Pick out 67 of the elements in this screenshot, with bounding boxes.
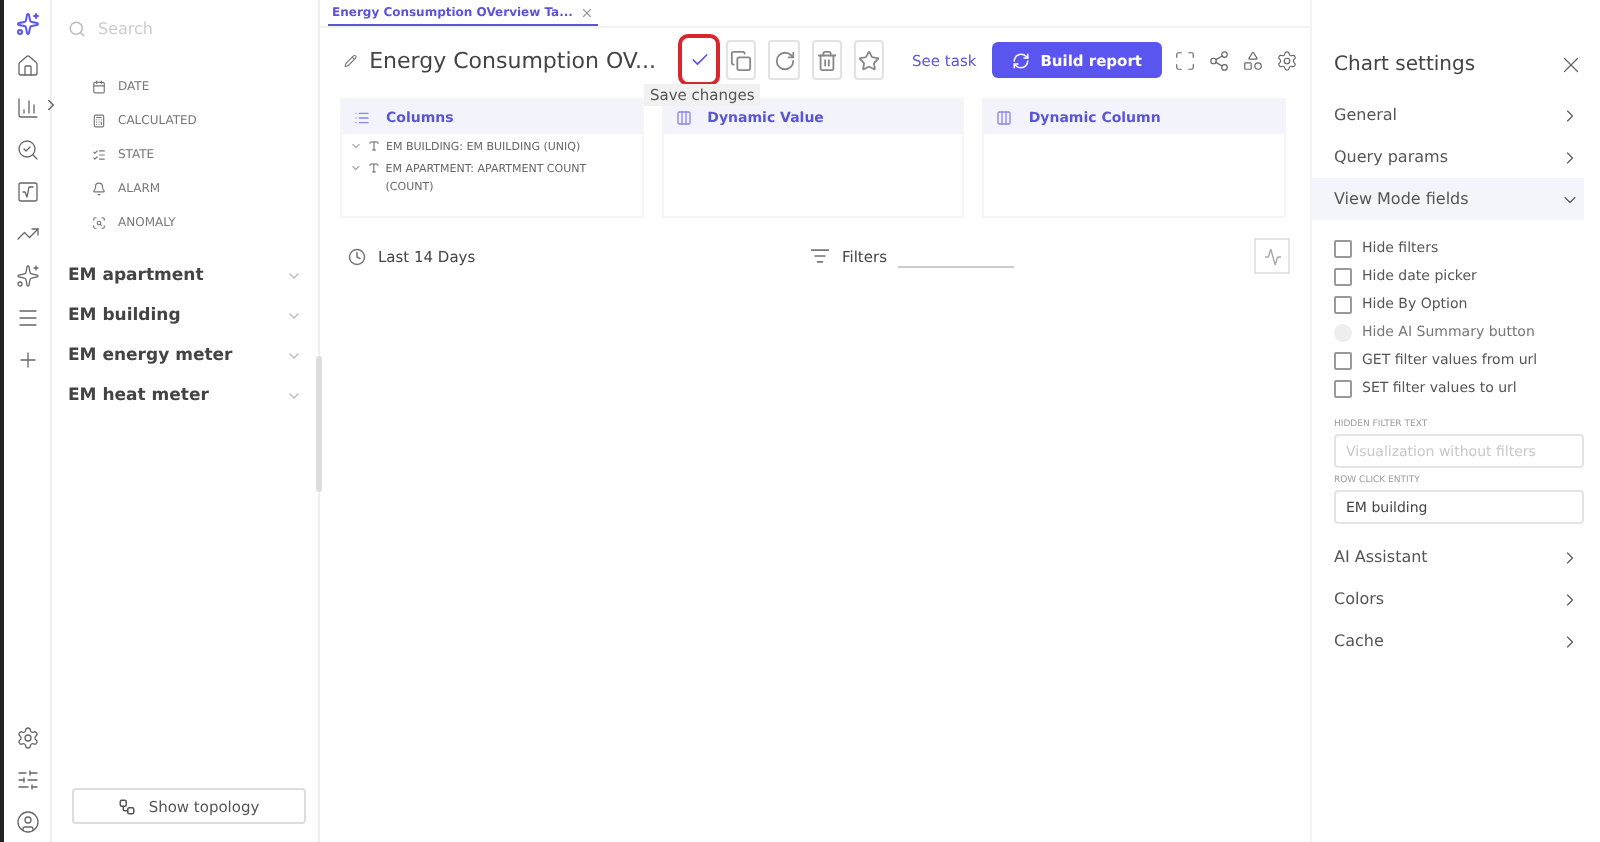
sparkles-icon[interactable]: [15, 264, 39, 288]
group-label[interactable]: EM energy meter: [68, 346, 233, 366]
chevron-right-icon[interactable]: [42, 96, 60, 114]
checkbox[interactable]: [1334, 239, 1352, 257]
bars-icon: [675, 109, 692, 125]
calendar-icon: [92, 79, 106, 93]
list-icon: [354, 109, 370, 125]
trash-icon: [815, 49, 838, 71]
trash-button[interactable]: [811, 40, 842, 80]
magnifier-icon: [92, 215, 106, 229]
user-icon[interactable]: [15, 810, 39, 834]
text-type-icon: [368, 140, 380, 152]
text-type-icon: [367, 162, 380, 175]
settings-icon[interactable]: [1276, 49, 1298, 71]
checkmark-icon: [689, 50, 710, 70]
checkbox[interactable]: [1334, 267, 1352, 285]
settings-section[interactable]: Colors: [1312, 578, 1584, 620]
filter-icon: [810, 246, 830, 266]
settings-section[interactable]: View Mode fields: [1312, 178, 1584, 220]
panel-title: Chart settings: [1334, 54, 1476, 76]
checkmark-button[interactable]: [684, 40, 715, 80]
settings-section[interactable]: Query params: [1312, 136, 1584, 178]
menu-icon[interactable]: [15, 306, 39, 330]
group-label[interactable]: EM apartment: [68, 266, 204, 286]
chart-type-button[interactable]: [1254, 238, 1290, 274]
search-icon[interactable]: [15, 138, 39, 162]
shapes-icon[interactable]: [1242, 49, 1264, 71]
refresh-button[interactable]: [768, 40, 800, 80]
bar-chart-icon[interactable]: [15, 96, 39, 120]
checkbox[interactable]: [1334, 351, 1352, 369]
clock-icon: [348, 247, 366, 265]
chevron-down-icon[interactable]: [286, 348, 302, 364]
checkbox[interactable]: [1334, 295, 1352, 313]
pencil-icon[interactable]: [344, 51, 358, 69]
star-button[interactable]: [853, 40, 885, 80]
bell-icon: [92, 181, 106, 195]
close-icon[interactable]: [580, 5, 595, 19]
search-icon: [68, 19, 86, 37]
checkbox[interactable]: [1334, 379, 1352, 397]
star-icon: [857, 49, 880, 71]
list-icon: [92, 147, 106, 161]
line-chart-icon: [1263, 247, 1281, 265]
report-title: Energy Consumption OV...: [369, 47, 657, 73]
circular-arrow-icon: [773, 49, 796, 71]
calculator-icon: [92, 113, 106, 127]
circular-arrow-icon: [1012, 51, 1031, 69]
bars-icon: [996, 109, 1013, 125]
settings-icon[interactable]: [15, 726, 39, 750]
group-label[interactable]: EM building: [68, 306, 181, 326]
chevron-down-icon[interactable]: [286, 308, 302, 324]
topology-icon: [118, 797, 137, 815]
plus-icon[interactable]: [15, 348, 39, 372]
copy-button[interactable]: [726, 40, 757, 80]
settings-section[interactable]: General: [1312, 94, 1584, 136]
logo-icon[interactable]: [15, 12, 39, 36]
close-icon[interactable]: [1558, 52, 1584, 78]
share-icon[interactable]: [1208, 49, 1230, 71]
expand-icon[interactable]: [1174, 49, 1196, 71]
square-root-icon[interactable]: [15, 180, 39, 204]
group-label[interactable]: EM heat meter: [68, 386, 209, 406]
copy-icon: [730, 49, 753, 71]
settings-section[interactable]: AI Assistant: [1312, 536, 1584, 578]
chevron-down-icon[interactable]: [286, 388, 302, 404]
settings-section[interactable]: Cache: [1312, 620, 1584, 662]
sliders-icon[interactable]: [15, 768, 39, 792]
chevron-down-icon[interactable]: [286, 268, 302, 284]
home-icon[interactable]: [15, 54, 39, 78]
